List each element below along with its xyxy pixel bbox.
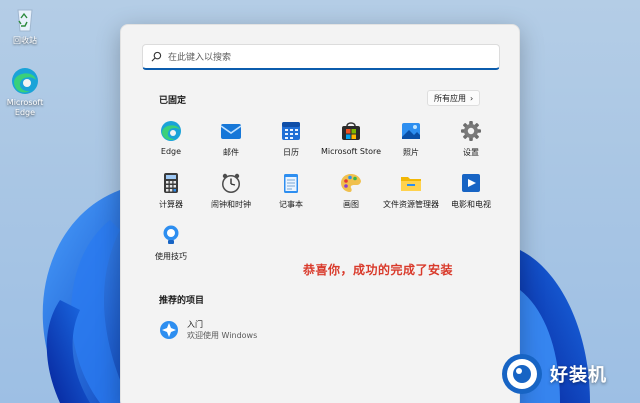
all-apps-label: 所有应用 xyxy=(434,93,466,103)
search-input[interactable]: 在此键入以搜索 xyxy=(142,44,500,70)
recommended-title: 推荐的项目 xyxy=(159,296,205,306)
edge-label-line2: Edge xyxy=(14,108,36,117)
watermark-logo-icon xyxy=(502,354,542,394)
edge-icon xyxy=(161,121,181,141)
chevron-right-icon: › xyxy=(470,93,474,103)
folder-icon xyxy=(401,177,421,191)
start-menu: 在此键入以搜索 已固定 所有应用 › Edge 邮件 日历 Microsoft … xyxy=(120,24,520,403)
app-label: 邮件 xyxy=(223,148,239,157)
pinned-title: 已固定 xyxy=(159,96,187,106)
desktop-edge[interactable]: Microsoft Edge xyxy=(0,66,50,118)
recycle-bin-icon xyxy=(17,9,33,32)
recommended-item-get-started[interactable]: 入门 欢迎使用 Windows xyxy=(159,319,257,341)
app-label: 计算器 xyxy=(159,200,183,209)
congrats-overlay-text: 恭喜你，成功的完成了安装 xyxy=(303,263,454,277)
edge-icon xyxy=(12,68,38,94)
gear-icon xyxy=(461,121,481,141)
calendar-icon xyxy=(282,122,300,140)
app-label: 照片 xyxy=(403,148,419,157)
app-label: 使用技巧 xyxy=(155,252,187,261)
recycle-bin-label: 回收站 xyxy=(13,36,37,45)
clock-icon xyxy=(222,173,240,193)
all-apps-button[interactable]: 所有应用 › xyxy=(427,90,481,106)
video-icon xyxy=(462,174,480,192)
search-placeholder: 在此键入以搜索 xyxy=(168,53,232,63)
app-label: 文件资源管理器 xyxy=(383,200,439,209)
app-label: 画图 xyxy=(343,200,359,209)
tips-icon xyxy=(163,225,179,244)
get-started-icon xyxy=(160,321,178,339)
pinned-app-tips[interactable]: 使用技巧 xyxy=(136,224,206,262)
paint-icon xyxy=(341,174,361,192)
recommended-item-title: 入门 xyxy=(187,320,203,329)
app-label: 日历 xyxy=(283,148,299,157)
edge-label-line1: Microsoft xyxy=(6,98,44,107)
recommended-item-subtitle: 欢迎使用 Windows xyxy=(187,331,258,340)
calculator-icon xyxy=(164,173,178,193)
app-label: 记事本 xyxy=(279,200,303,209)
mail-icon xyxy=(220,124,242,139)
app-label: 设置 xyxy=(463,148,479,157)
photos-icon xyxy=(402,123,420,139)
app-label: Microsoft Store xyxy=(320,147,382,156)
watermark: 好装机 xyxy=(500,352,607,396)
store-icon xyxy=(342,122,360,140)
app-label: 电影和电视 xyxy=(451,200,491,209)
search-icon xyxy=(151,51,162,62)
app-label: Edge xyxy=(160,147,182,156)
notepad-icon xyxy=(284,174,298,193)
watermark-text: 好装机 xyxy=(550,365,607,386)
app-label: 闹钟和时钟 xyxy=(211,200,251,209)
pinned-app-settings[interactable]: 设置 xyxy=(436,120,506,158)
pinned-app-movies-tv[interactable]: 电影和电视 xyxy=(436,172,506,210)
desktop-recycle-bin[interactable]: 回收站 xyxy=(0,4,50,46)
